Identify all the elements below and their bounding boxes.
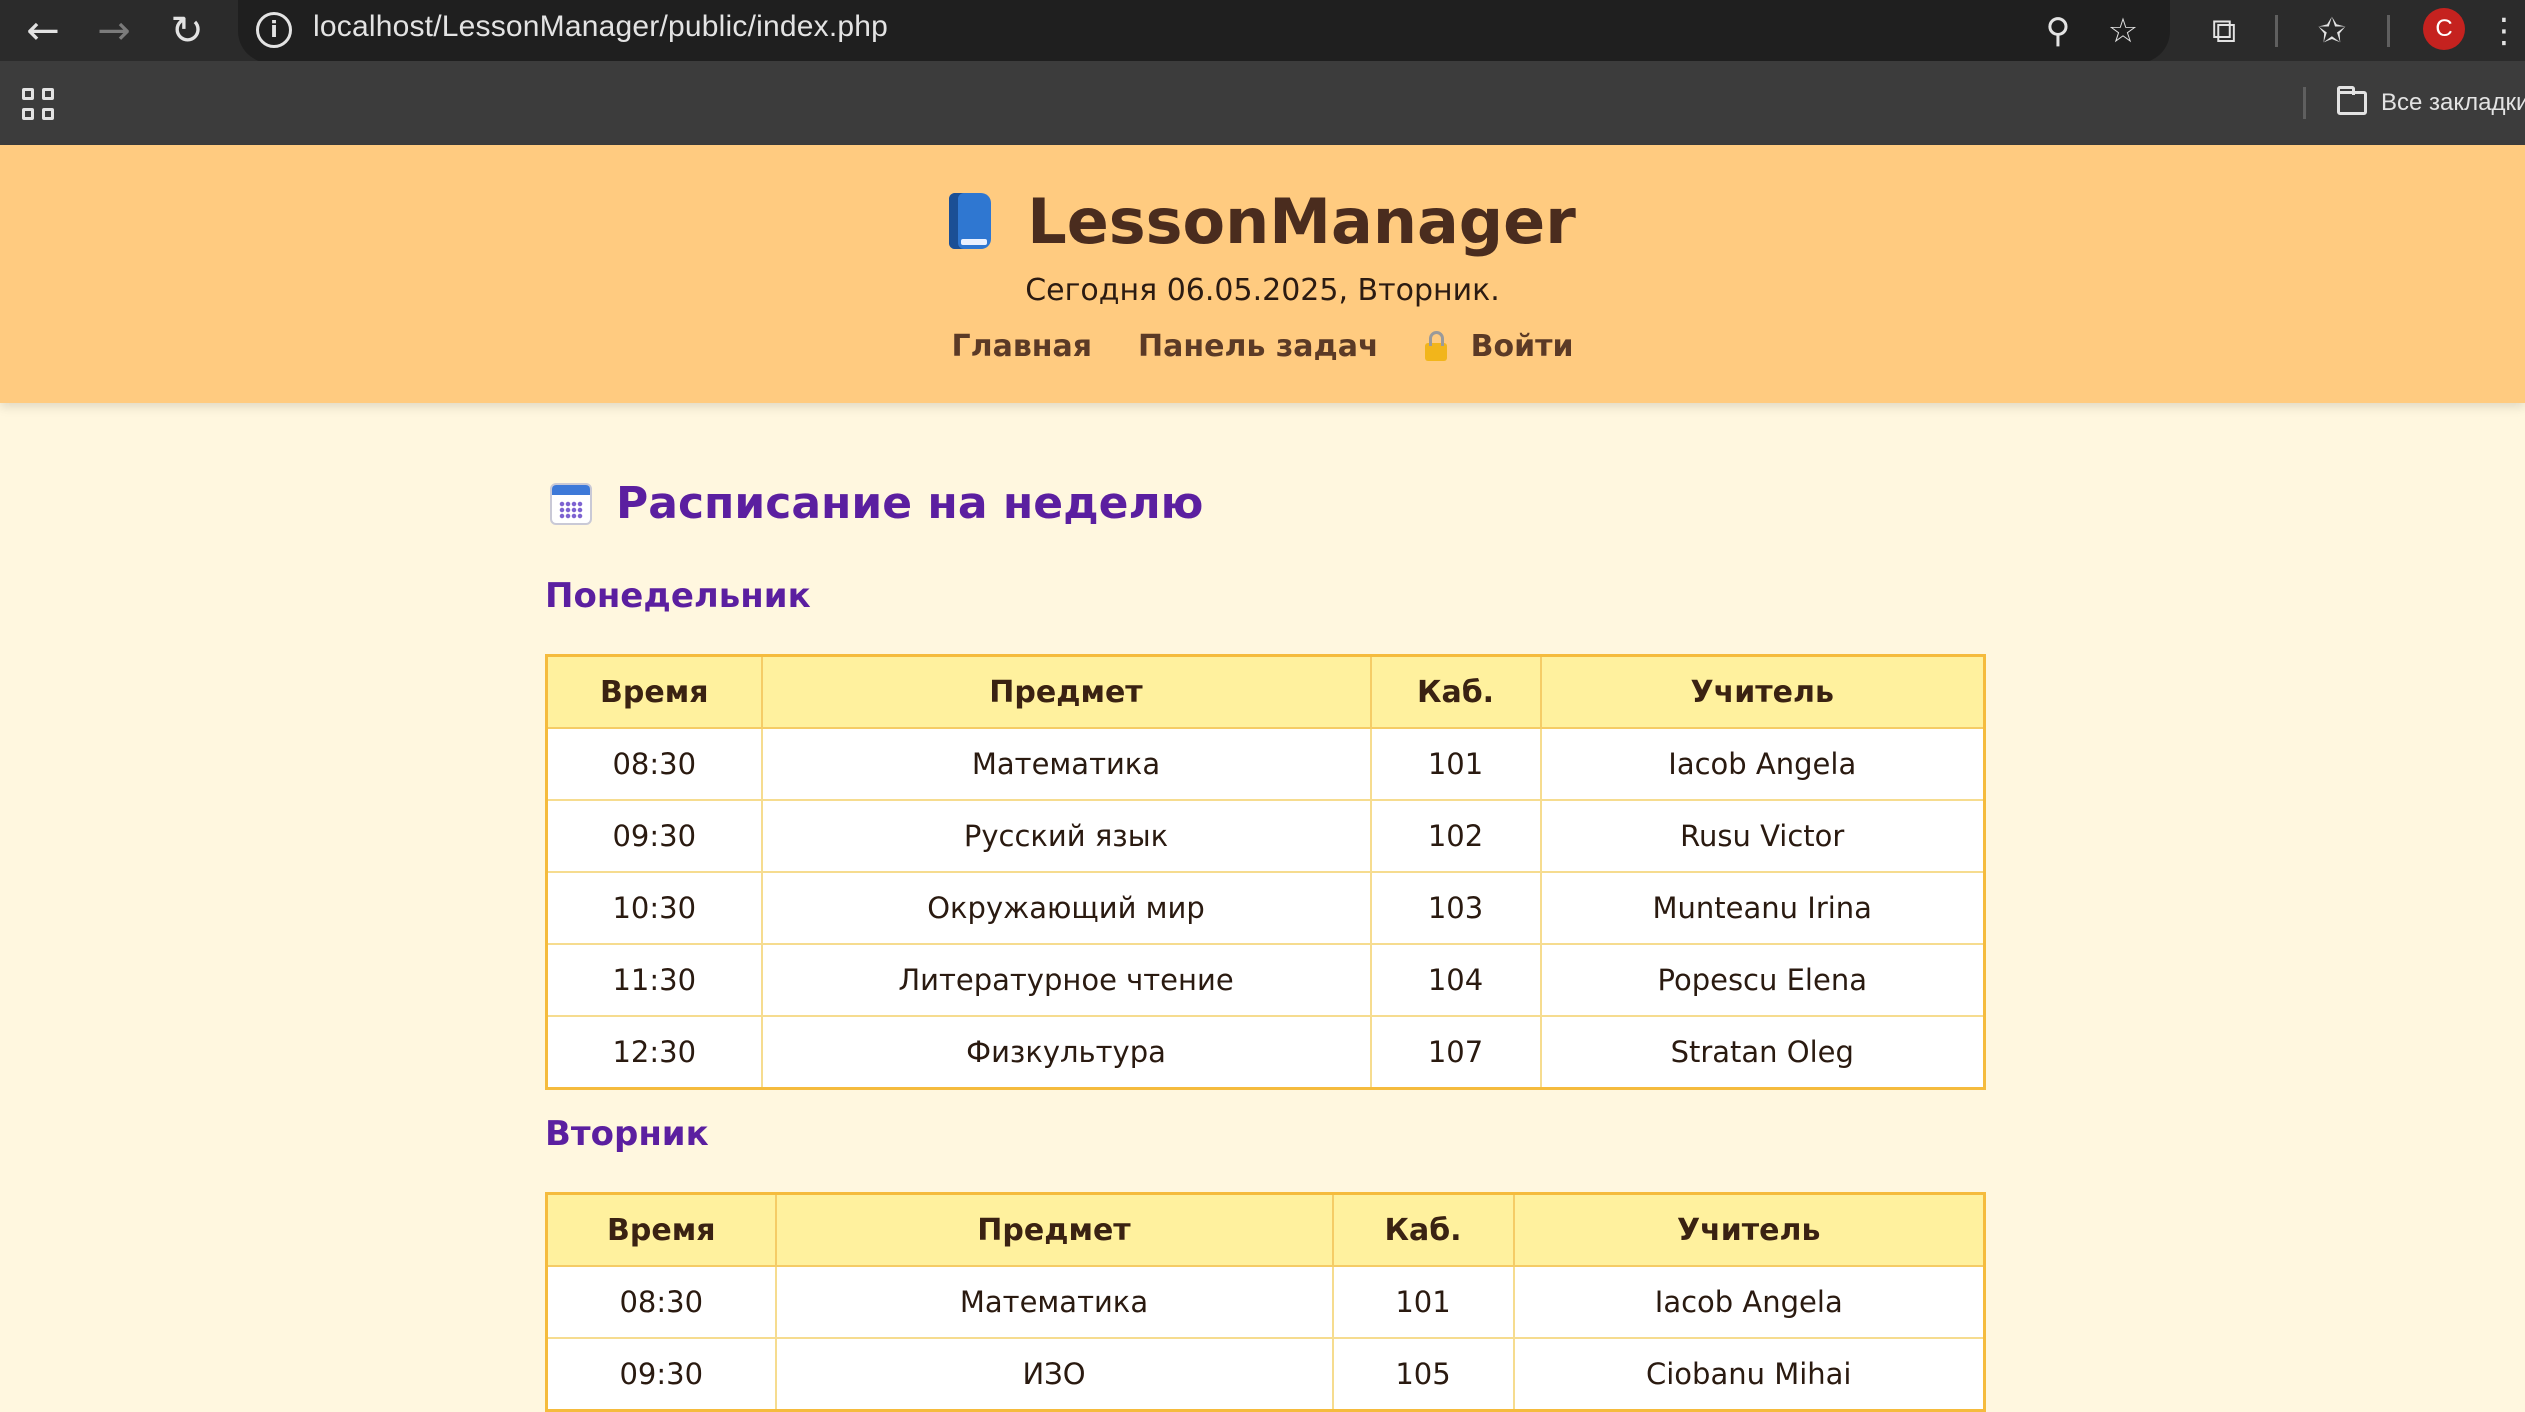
- table-row: 08:30 Математика 101 Iacob Angela: [545, 1265, 1986, 1339]
- forward-button[interactable]: →: [84, 0, 144, 61]
- cell-subject: Окружающий мир: [760, 871, 1372, 945]
- menu-kebab-icon[interactable]: ⋮: [2486, 8, 2522, 54]
- table-row: 09:30 Русский язык 102 Rusu Victor: [545, 799, 1986, 873]
- cell-time: 12:30: [545, 1015, 763, 1090]
- cell-time: 11:30: [545, 943, 763, 1017]
- col-header-room: Каб.: [1331, 1192, 1515, 1267]
- cell-teacher: Iacob Angela: [1512, 1265, 1986, 1339]
- cell-room: 107: [1369, 1015, 1542, 1090]
- all-bookmarks-button[interactable]: Все закладки: [2337, 83, 2525, 123]
- col-header-teacher: Учитель: [1512, 1192, 1986, 1267]
- cell-room: 104: [1369, 943, 1542, 1017]
- site-brand[interactable]: LessonManager: [0, 185, 2525, 258]
- lock-icon: [1424, 330, 1447, 361]
- nav-login-label: Войти: [1470, 329, 1574, 364]
- table-header-row: Время Предмет Каб. Учитель: [545, 654, 1986, 729]
- cell-teacher: Popescu Elena: [1539, 943, 1986, 1017]
- arrow-right-icon: →: [97, 7, 131, 54]
- table-row: 08:30 Математика 101 Iacob Angela: [545, 727, 1986, 801]
- reload-button[interactable]: ↻: [157, 0, 217, 61]
- calendar-icon: [550, 482, 592, 525]
- col-header-subject: Предмет: [774, 1192, 1334, 1267]
- bookmarks-divider: [2303, 87, 2306, 119]
- table-row: 12:30 Физкультура 107 Stratan Oleg: [545, 1015, 1986, 1090]
- nav-tasks-link[interactable]: Панель задач: [1138, 329, 1379, 364]
- site-info-icon[interactable]: i: [256, 12, 292, 48]
- address-bar[interactable]: i localhost/LessonManager/public/index.p…: [238, 0, 2170, 63]
- col-header-subject: Предмет: [760, 654, 1372, 729]
- folder-icon: [2337, 86, 2367, 115]
- cell-time: 09:30: [545, 1337, 777, 1412]
- cell-teacher: Stratan Oleg: [1539, 1015, 1986, 1090]
- col-header-time: Время: [545, 654, 763, 729]
- bookmarks-bar: Все закладки: [0, 61, 2525, 145]
- all-bookmarks-label: Все закладки: [2381, 89, 2525, 116]
- site-header: LessonManager Сегодня 06.05.2025, Вторни…: [0, 145, 2525, 403]
- cell-teacher: Iacob Angela: [1539, 727, 1986, 801]
- col-header-teacher: Учитель: [1539, 654, 1986, 729]
- zoom-icon[interactable]: ⚲: [2035, 8, 2081, 54]
- table-header-row: Время Предмет Каб. Учитель: [545, 1192, 1986, 1267]
- table-row: 11:30 Литературное чтение 104 Popescu El…: [545, 943, 1986, 1017]
- day-title-tuesday: Вторник: [545, 1114, 709, 1154]
- cell-room: 105: [1331, 1337, 1515, 1412]
- nav-login-link[interactable]: Войти: [1424, 329, 1574, 364]
- schedule-table-monday: Время Предмет Каб. Учитель 08:30 Математ…: [545, 654, 1986, 1090]
- main-nav: Главная Панель задач Войти: [0, 329, 2525, 364]
- cell-subject: Физкультура: [760, 1015, 1372, 1090]
- cell-room: 101: [1331, 1265, 1515, 1339]
- cell-room: 102: [1369, 799, 1542, 873]
- nav-home-link[interactable]: Главная: [951, 329, 1092, 364]
- back-button[interactable]: ←: [13, 0, 73, 61]
- bookmarks-manager-icon[interactable]: ✩: [2307, 8, 2357, 54]
- toolbar-divider: [2275, 15, 2278, 47]
- page-title-text: Расписание на неделю: [616, 478, 1204, 529]
- browser-toolbar: ← → ↻ i localhost/LessonManager/public/i…: [0, 0, 2525, 63]
- cell-teacher: Ciobanu Mihai: [1512, 1337, 1986, 1412]
- col-header-time: Время: [545, 1192, 777, 1267]
- cell-subject: Математика: [760, 727, 1372, 801]
- table-row: 10:30 Окружающий мир 103 Munteanu Irina: [545, 871, 1986, 945]
- cell-teacher: Munteanu Irina: [1539, 871, 1986, 945]
- cell-time: 10:30: [545, 871, 763, 945]
- reload-icon: ↻: [170, 7, 204, 54]
- address-url[interactable]: localhost/LessonManager/public/index.php: [313, 10, 888, 44]
- apps-grid-icon[interactable]: [22, 88, 54, 120]
- cell-room: 101: [1369, 727, 1542, 801]
- cell-subject: ИЗО: [774, 1337, 1334, 1412]
- cell-time: 08:30: [545, 1265, 777, 1339]
- col-header-room: Каб.: [1369, 654, 1542, 729]
- brand-title: LessonManager: [1027, 185, 1576, 258]
- cell-time: 08:30: [545, 727, 763, 801]
- extensions-icon[interactable]: ⧉: [2199, 8, 2249, 54]
- toolbar-divider: [2387, 15, 2390, 47]
- table-row: 09:30 ИЗО 105 Ciobanu Mihai: [545, 1337, 1986, 1412]
- profile-avatar[interactable]: C: [2423, 8, 2465, 50]
- arrow-left-icon: ←: [26, 7, 60, 54]
- schedule-table-tuesday: Время Предмет Каб. Учитель 08:30 Математ…: [545, 1192, 1986, 1412]
- cell-subject: Математика: [774, 1265, 1334, 1339]
- cell-subject: Русский язык: [760, 799, 1372, 873]
- today-date: Сегодня 06.05.2025, Вторник.: [1025, 273, 1500, 308]
- cell-room: 103: [1369, 871, 1542, 945]
- cell-teacher: Rusu Victor: [1539, 799, 1986, 873]
- cell-time: 09:30: [545, 799, 763, 873]
- blue-book-icon: [949, 193, 992, 249]
- cell-subject: Литературное чтение: [760, 943, 1372, 1017]
- page-title: Расписание на неделю: [550, 478, 1203, 529]
- bookmark-star-icon[interactable]: ☆: [2100, 8, 2146, 54]
- day-title-monday: Понедельник: [545, 576, 811, 616]
